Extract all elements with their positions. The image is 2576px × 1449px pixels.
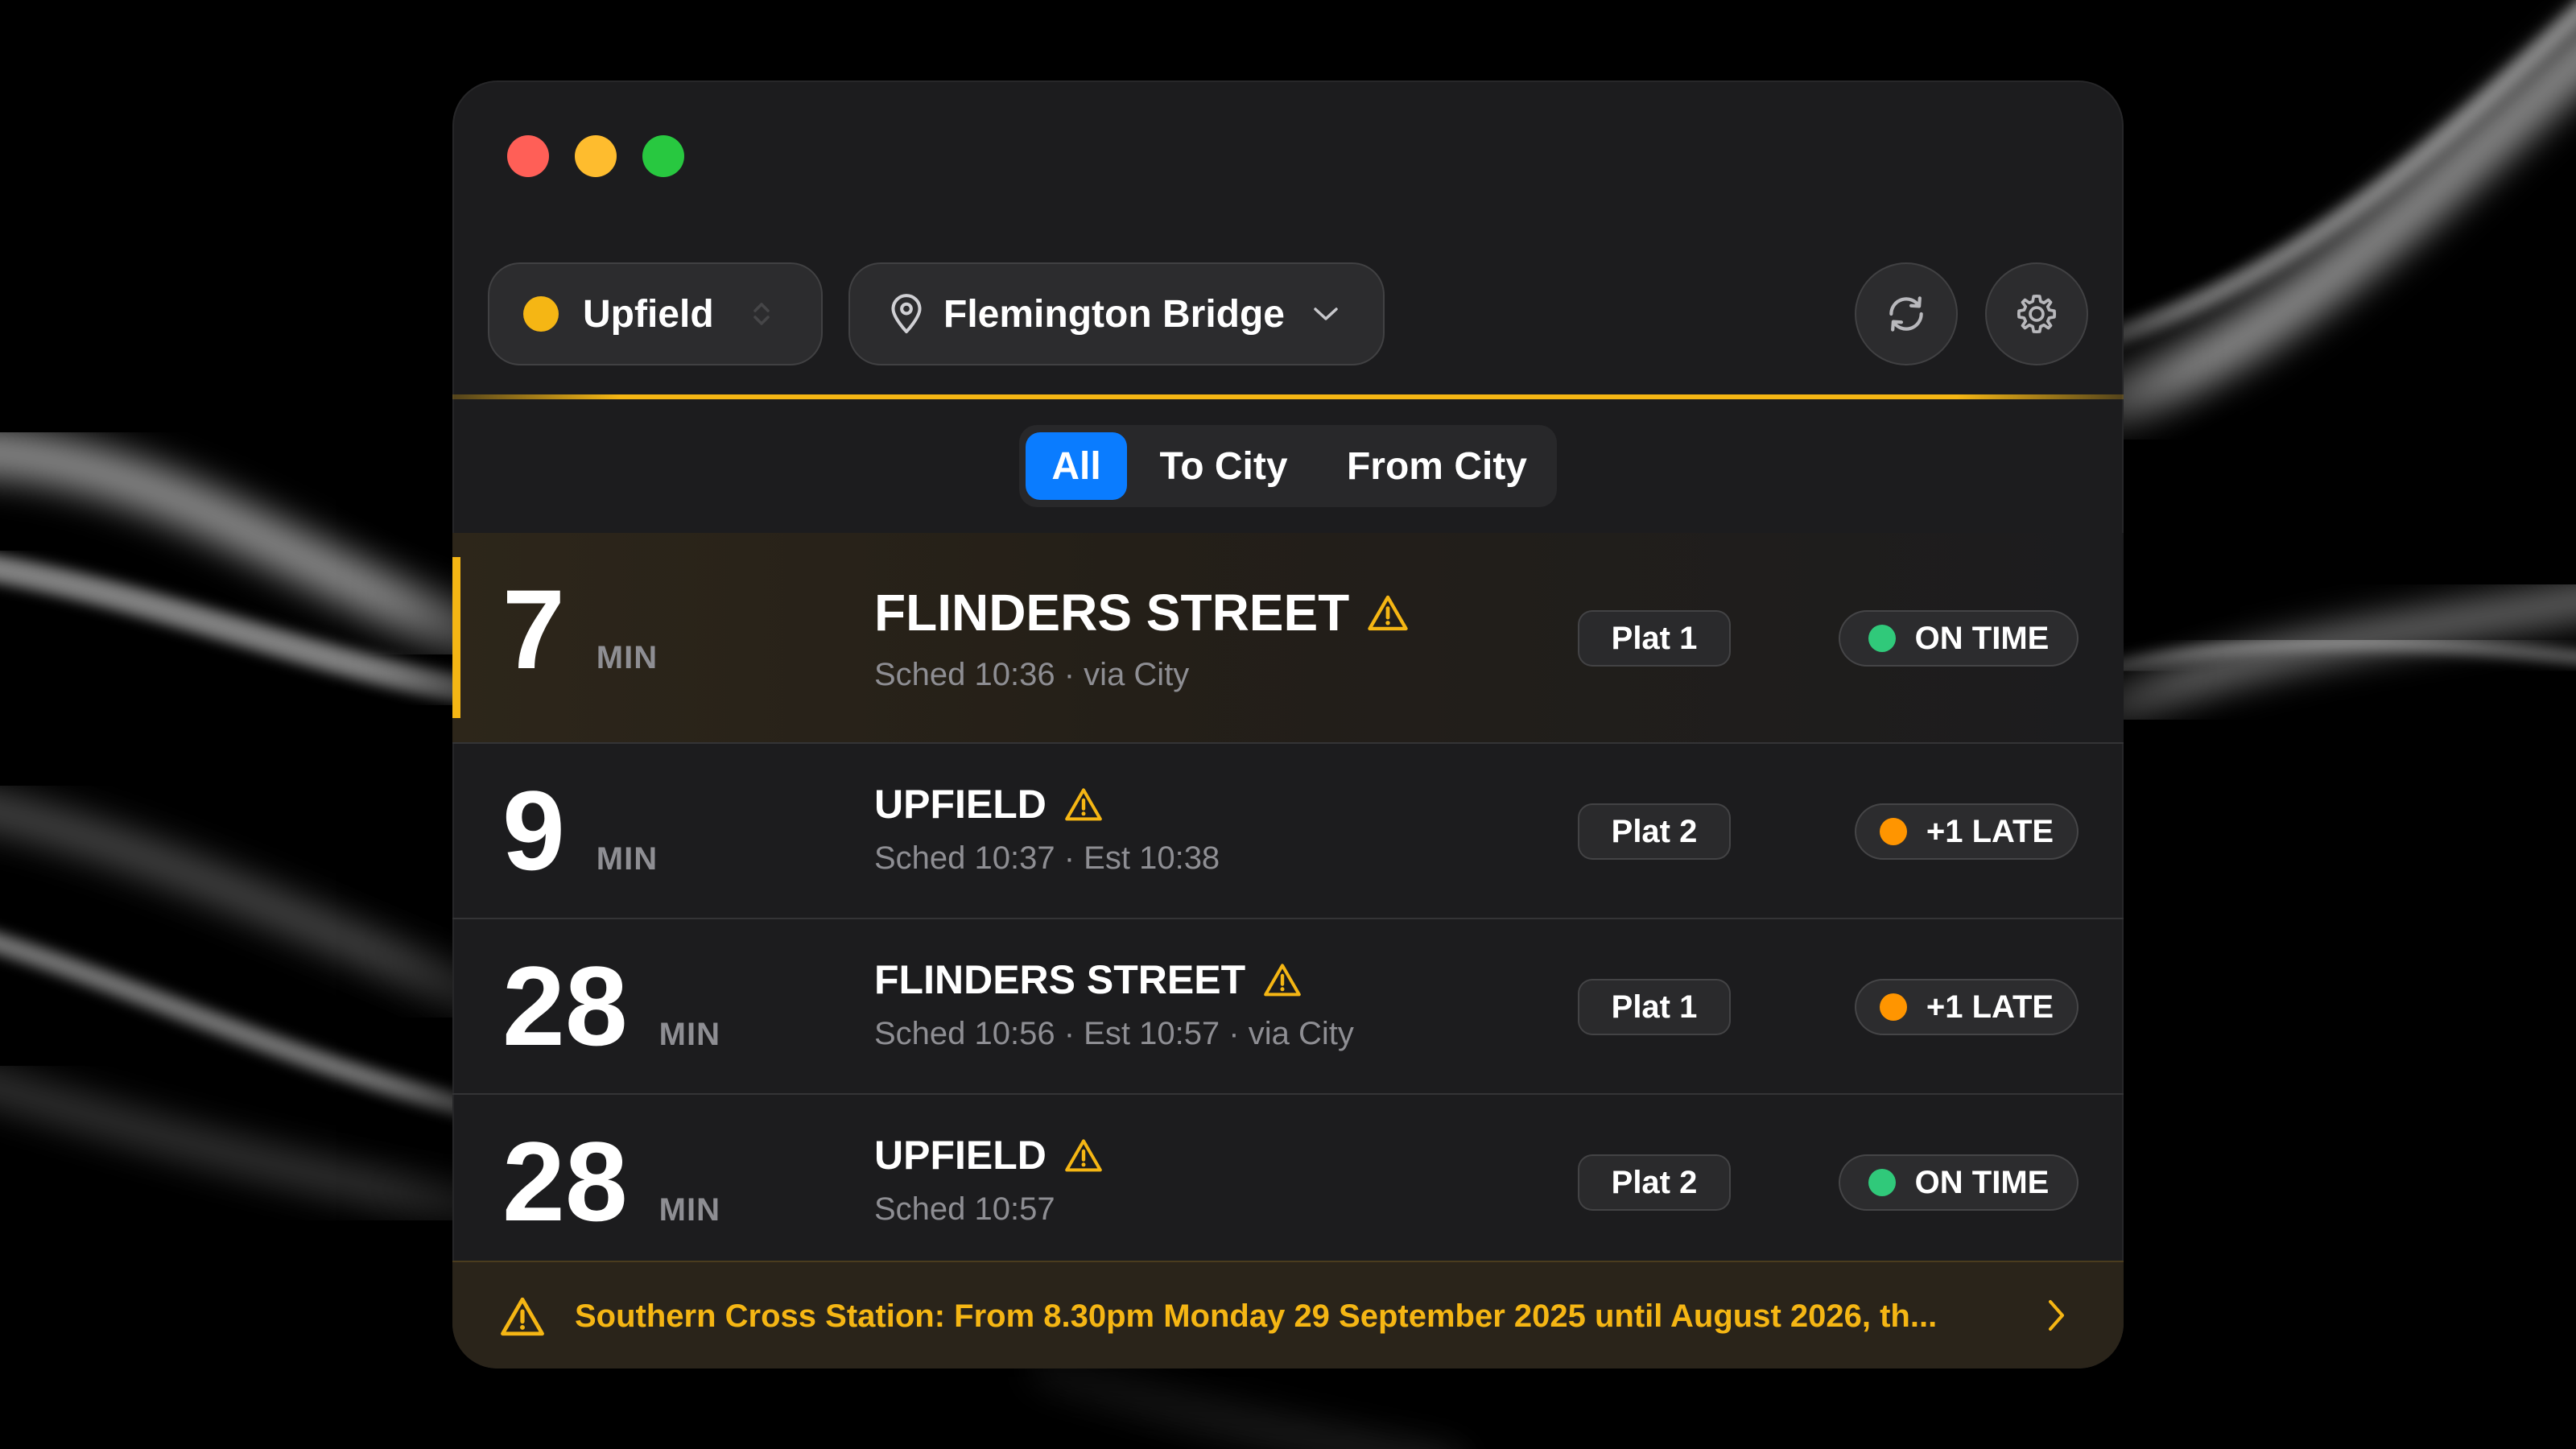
- departure-row[interactable]: 9 MIN UPFIELD Sched 10:37 · Est 10:38 Pl…: [452, 744, 2124, 919]
- status-badge: ON TIME: [1839, 1154, 2079, 1211]
- status-text: +1 LATE: [1926, 813, 2054, 849]
- status-dot: [1868, 625, 1896, 652]
- line-accent-divider: [452, 394, 2124, 399]
- warning-icon: [1368, 595, 1408, 631]
- updown-chevron-icon: [753, 303, 770, 325]
- platform-badge: Plat 1: [1578, 979, 1731, 1035]
- warning-icon: [1065, 788, 1102, 821]
- chevron-right-icon: [2049, 1300, 2064, 1331]
- destination: UPFIELD: [874, 781, 1103, 828]
- status-badge: +1 LATE: [1855, 979, 2079, 1035]
- platform-badge: Plat 1: [1578, 610, 1731, 667]
- destination: FLINDERS STREET: [874, 956, 1302, 1003]
- destination-name: FLINDERS STREET: [874, 957, 1246, 1002]
- platform-badge: Plat 2: [1578, 803, 1731, 860]
- alert-text: Southern Cross Station: From 8.30pm Mond…: [575, 1298, 1938, 1334]
- platform-badge: Plat 2: [1578, 1154, 1731, 1211]
- minutes-until-departure: 28 MIN: [502, 943, 720, 1069]
- next-departure-indicator: [452, 557, 460, 718]
- departure-row[interactable]: 28 MIN FLINDERS STREET Sched 10:56 · Est…: [452, 919, 2124, 1095]
- minutes-unit-label: MIN: [596, 640, 658, 675]
- status-text: +1 LATE: [1926, 989, 2054, 1025]
- destination: UPFIELD: [874, 1132, 1103, 1179]
- station-name: Flemington Bridge: [943, 292, 1285, 336]
- departures-list: 7 MIN FLINDERS STREET Sched 10:36 · via …: [452, 533, 2124, 1270]
- refresh-button[interactable]: [1855, 262, 1958, 365]
- line-name: Upfield: [583, 292, 714, 336]
- tab-from-city[interactable]: From City: [1320, 432, 1554, 500]
- status-badge: ON TIME: [1839, 610, 2079, 667]
- status-text: ON TIME: [1914, 1164, 2050, 1200]
- window-minimize-button[interactable]: [575, 135, 617, 177]
- tab-to-city[interactable]: To City: [1127, 432, 1320, 500]
- status-dot: [1879, 993, 1907, 1021]
- line-color-dot: [523, 296, 559, 332]
- destination-name: FLINDERS STREET: [874, 584, 1350, 642]
- minutes-unit-label: MIN: [596, 841, 658, 877]
- status-dot: [1868, 1169, 1896, 1196]
- schedule-info: Sched 10:57: [874, 1191, 1055, 1227]
- gear-icon: [2017, 294, 2057, 334]
- schedule-info: Sched 10:37 · Est 10:38: [874, 840, 1220, 876]
- line-selector[interactable]: Upfield: [488, 262, 823, 365]
- status-dot: [1879, 818, 1907, 845]
- schedule-info: Sched 10:56 · Est 10:57 · via City: [874, 1016, 1354, 1051]
- disruption-alert-banner[interactable]: Southern Cross Station: From 8.30pm Mond…: [452, 1261, 2124, 1368]
- status-text: ON TIME: [1914, 620, 2050, 656]
- minutes-until-departure: 28 MIN: [502, 1118, 720, 1245]
- departure-row[interactable]: 28 MIN UPFIELD Sched 10:57 Plat 2 ON TIM…: [452, 1095, 2124, 1270]
- refresh-icon: [1889, 296, 1923, 332]
- warning-icon: [1065, 1139, 1102, 1172]
- minutes-unit-label: MIN: [658, 1017, 720, 1052]
- window-close-button[interactable]: [507, 135, 549, 177]
- location-pin-icon: [891, 294, 922, 334]
- minutes-until-departure: 7 MIN: [502, 566, 658, 692]
- minutes-until-departure: 9 MIN: [502, 767, 658, 894]
- destination-name: UPFIELD: [874, 1133, 1046, 1178]
- departure-row[interactable]: 7 MIN FLINDERS STREET Sched 10:36 · via …: [452, 533, 2124, 744]
- app-window: Upfield Flemington Bridge All To City Fr…: [452, 80, 2124, 1368]
- minutes-unit-label: MIN: [658, 1192, 720, 1228]
- tab-all[interactable]: All: [1026, 432, 1127, 500]
- direction-filter: All To City From City: [1019, 425, 1557, 507]
- settings-button[interactable]: [1985, 262, 2088, 365]
- destination: FLINDERS STREET: [874, 583, 1409, 642]
- status-badge: +1 LATE: [1855, 803, 2079, 860]
- chevron-down-icon: [1314, 308, 1338, 320]
- window-zoom-button[interactable]: [642, 135, 684, 177]
- warning-icon: [1264, 964, 1301, 997]
- destination-name: UPFIELD: [874, 782, 1046, 827]
- station-selector[interactable]: Flemington Bridge: [848, 262, 1385, 365]
- warning-icon: [501, 1297, 544, 1336]
- schedule-info: Sched 10:36 · via City: [874, 657, 1190, 692]
